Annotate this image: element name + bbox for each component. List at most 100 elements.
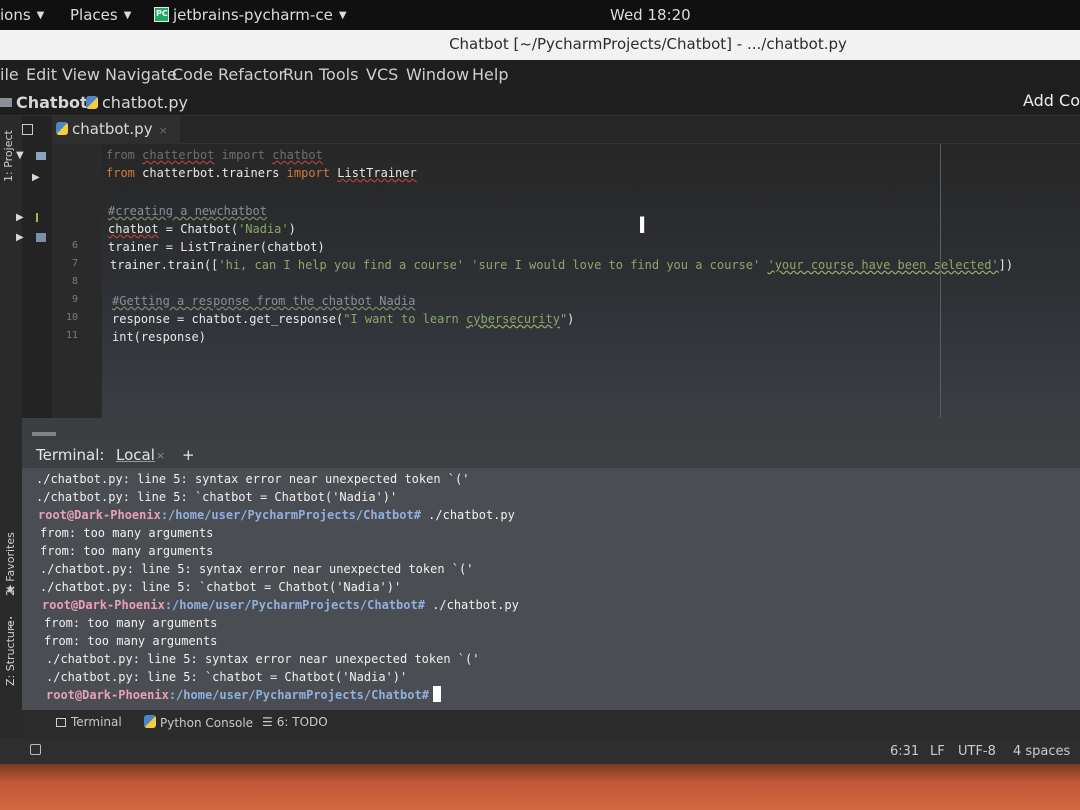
app-menu[interactable]: jetbrains-pycharm-ce ▼ [154,6,347,24]
clock[interactable]: Wed 18:20 [610,6,691,24]
menu-vcs[interactable]: VCS [366,65,398,84]
string-literal: 'Nadia' [238,222,289,236]
tree-collapse-icon[interactable]: ▶ [16,212,24,223]
places-menu[interactable]: Places ▼ [70,6,131,24]
tree-expand-icon[interactable]: ▼ [16,150,24,161]
todo-tool-tab[interactable]: ☰ 6: TODO [262,715,328,729]
import-name: ListTrainer [337,166,417,180]
terminal-line: ./chatbot.py: line 5: `chatbot = Chatbot… [36,490,398,504]
folder-icon [36,152,46,160]
right-margin-guide [940,144,941,418]
menu-file[interactable]: ile [0,65,19,84]
code-line: int(response) [112,330,206,344]
menu-edit[interactable]: Edit [26,65,57,84]
terminal-icon [56,718,66,727]
close-icon[interactable]: × [159,124,168,137]
string-literal: cybersecurity [466,312,560,326]
line-number: 11 [65,330,78,341]
code-line: from chatterbot import chatbot [106,148,323,162]
editor-tab-chatbot[interactable]: chatbot.py × [52,116,180,144]
code-line: from chatterbot.trainers import ListTrai… [106,166,417,180]
add-configuration-button[interactable]: Add Co [1023,91,1080,110]
text-cursor-icon: I [638,214,647,239]
variable: chatbot [108,222,159,236]
prompt-path: :/home/user/PycharmProjects/Chatbot# [164,598,425,612]
menu-window[interactable]: Window [406,65,469,84]
line-separator[interactable]: LF [930,744,945,759]
code-text: ) [567,312,575,326]
window-title-bar[interactable]: Chatbot [~/PycharmProjects/Chatbot] - ..… [0,30,1080,60]
menu-run[interactable]: Run [283,65,314,84]
close-icon[interactable]: × [156,449,165,462]
caret-position[interactable]: 6:31 [890,744,919,759]
terminal-cursor [432,686,441,702]
terminal-output[interactable]: ./chatbot.py: line 5: syntax error near … [22,468,1080,710]
terminal-prompt-line: root@Dark-Phoenix:/home/user/PycharmProj… [38,508,515,522]
tool-windows-toggle-icon[interactable] [30,744,41,755]
menu-code[interactable]: Code [172,65,213,84]
terminal-tab-local[interactable]: Local [116,446,155,464]
breadcrumb-project[interactable]: Chatbot [0,93,88,112]
code-text: = Chatbot( [158,222,239,236]
code-comment: #creating a newchatbot [108,204,267,218]
terminal-line: ./chatbot.py: line 5: `chatbot = Chatbot… [40,580,402,594]
activities-label: ions [0,6,31,24]
code-text: ]) [998,258,1014,272]
code-line: trainer.train(['hi, can I help you find … [110,258,1013,272]
code-line: #creating a newchatbot [108,204,267,218]
code-text: response = chatbot.get_response( [112,312,344,326]
pycharm-icon [154,7,169,22]
string-literal: 'hi, can I help you find a course' [218,258,465,272]
editor-tab-label: chatbot.py [72,120,153,138]
line-number: 7 [71,258,78,269]
python-file-icon [86,96,98,109]
list-icon: ☰ [262,715,273,729]
drag-handle-icon[interactable]: ⋮ [4,616,18,630]
code-text: ) [288,222,296,236]
menu-refactor[interactable]: Refactor [218,65,285,84]
python-console-tool-tab[interactable]: Python Console [144,715,253,730]
menu-view[interactable]: View [62,65,100,84]
prompt-user: root@Dark-Phoenix [38,508,161,522]
terminal-line: from: too many arguments [44,634,218,648]
terminal-prompt-line: root@Dark-Phoenix:/home/user/PycharmProj… [46,686,441,702]
menu-navigate[interactable]: Navigate [105,65,177,84]
breadcrumb-file[interactable]: chatbot.py [86,93,188,112]
activities-button[interactable]: ions ▼ [0,6,44,24]
menu-help[interactable]: Help [472,65,508,84]
prompt-path: :/home/user/PycharmProjects/Chatbot# [168,688,429,702]
string-literal: "I want to learn [343,312,467,326]
editor-tab-bar: chatbot.py × [52,116,1080,144]
prompt-path: :/home/user/PycharmProjects/Chatbot# [160,508,421,522]
bottom-tool-tabs: Terminal Python Console ☰ 6: TODO [22,710,1080,738]
star-icon: ★ [5,582,16,596]
new-session-button[interactable]: + [182,446,195,464]
module-name: chatterbot [142,148,215,162]
tree-collapse-icon[interactable]: ▶ [16,232,24,243]
project-window-icon[interactable] [22,124,33,135]
python-console-tool-tab-label: Python Console [160,716,254,730]
terminal-line: ./chatbot.py: line 5: syntax error near … [46,652,480,666]
tree-collapse-icon[interactable]: ▶ [32,172,40,183]
resize-grip-icon[interactable] [32,432,56,436]
terminal-tool-tab[interactable]: Terminal [56,715,122,729]
code-text: trainer.train([ [110,258,219,272]
line-number-gutter: 6 7 8 9 10 11 [52,144,102,418]
terminal-line: ./chatbot.py: line 5: syntax error near … [36,472,470,486]
chevron-down-icon: ▼ [36,10,45,21]
line-number: 6 [71,240,78,251]
scratches-icon [36,233,46,242]
keyword: from [106,166,135,180]
project-tool-tab[interactable]: 1: Project [2,130,15,182]
keyword: from [106,148,135,162]
line-number: 8 [71,276,78,287]
file-encoding[interactable]: UTF-8 [958,744,996,759]
navigation-bar: Chatbot chatbot.py Add Co [0,88,1080,116]
prompt-user: root@Dark-Phoenix [46,688,169,702]
terminal-splitter[interactable] [22,418,1080,444]
indent-setting[interactable]: 4 spaces [1013,744,1070,759]
code-editor[interactable]: 6 7 8 9 10 11 from chatterbot import cha… [52,144,1080,418]
menu-tools[interactable]: Tools [319,65,358,84]
library-icon [36,213,46,222]
terminal-line: ./chatbot.py: line 5: `chatbot = Chatbot… [46,670,408,684]
